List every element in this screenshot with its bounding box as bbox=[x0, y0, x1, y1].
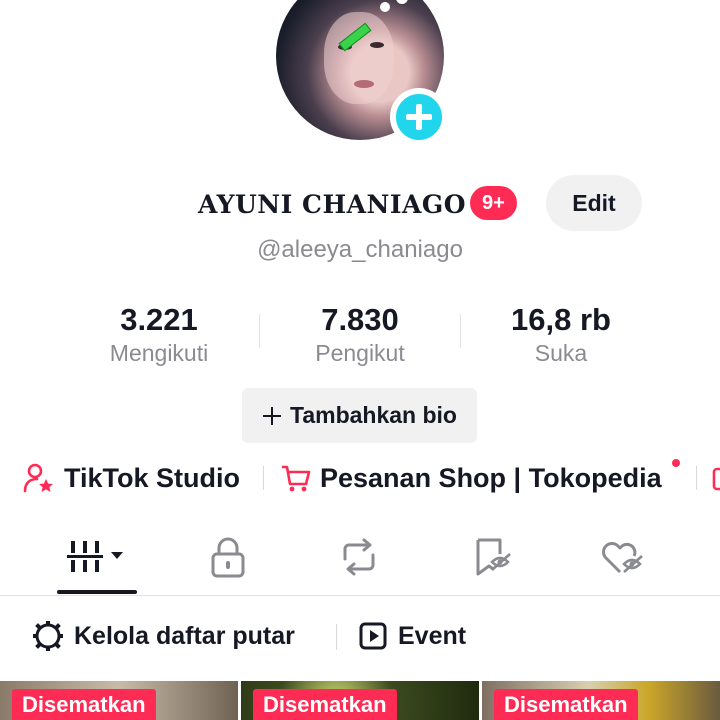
content-tabs bbox=[0, 522, 720, 596]
manage-playlist-label: Kelola daftar putar bbox=[74, 621, 295, 650]
lock-icon bbox=[211, 537, 245, 578]
pinned-badge: Disematkan bbox=[12, 689, 156, 720]
selected-tab-indicator bbox=[57, 590, 137, 594]
stat-label: Pengikut bbox=[315, 340, 405, 366]
video-thumbnail[interactable]: Disematkan bbox=[482, 681, 720, 720]
add-story-button[interactable] bbox=[390, 88, 448, 146]
name-row: AYUNI CHANIAGO 9+ Edit bbox=[0, 175, 720, 231]
tiktok-studio-label: TikTok Studio bbox=[64, 462, 241, 493]
pinned-badge: Disematkan bbox=[494, 689, 638, 720]
manage-playlist-button[interactable]: Kelola daftar putar bbox=[32, 610, 295, 662]
stat-value: 3.221 bbox=[120, 302, 198, 337]
stat-value: 16,8 rb bbox=[511, 302, 611, 337]
calendar-icon bbox=[712, 467, 720, 491]
gear-icon bbox=[33, 621, 63, 651]
more-link-icon[interactable] bbox=[708, 456, 720, 500]
stat-label: Suka bbox=[534, 340, 588, 366]
play-square-icon bbox=[359, 622, 387, 650]
video-grid: Disematkan Disematkan Disematkan bbox=[0, 681, 720, 720]
divider bbox=[336, 624, 337, 650]
plus-icon bbox=[406, 104, 432, 130]
stat-label: Mengikuti bbox=[109, 340, 209, 366]
stat-likes[interactable]: 16,8 rb Suka bbox=[461, 302, 661, 367]
avatar-sparkle bbox=[380, 2, 390, 12]
tiktok-studio-link[interactable]: TikTok Studio bbox=[22, 456, 240, 500]
notification-badge[interactable]: 9+ bbox=[470, 186, 517, 220]
divider bbox=[696, 466, 697, 490]
cart-icon bbox=[282, 465, 311, 492]
shop-orders-link[interactable]: Pesanan Shop | Tokopedia bbox=[280, 456, 662, 500]
event-button[interactable]: Event bbox=[358, 610, 466, 662]
stat-following[interactable]: 3.221 Mengikuti bbox=[59, 302, 259, 367]
person-star-icon bbox=[23, 463, 53, 493]
stats-row: 3.221 Mengikuti 7.830 Pengikut 16,8 rb S… bbox=[0, 302, 720, 374]
avatar-eye bbox=[370, 42, 384, 48]
tab-liked[interactable] bbox=[568, 522, 678, 592]
tab-favorites[interactable] bbox=[437, 522, 547, 592]
edit-profile-button[interactable]: Edit bbox=[546, 175, 642, 231]
add-bio-button[interactable]: Tambahkan bio bbox=[242, 388, 477, 443]
event-label: Event bbox=[398, 621, 467, 650]
avatar-lips bbox=[354, 80, 374, 88]
username: @aleeya_chaniago bbox=[257, 236, 463, 263]
new-indicator-dot bbox=[672, 459, 680, 467]
heart-hidden-icon bbox=[602, 542, 643, 574]
video-thumbnail[interactable]: Disematkan bbox=[0, 681, 238, 720]
plus-icon bbox=[263, 406, 281, 425]
repost-icon bbox=[343, 538, 375, 576]
add-bio-label: Tambahkan bio bbox=[290, 402, 457, 428]
tab-videos[interactable] bbox=[42, 522, 152, 592]
divider bbox=[263, 466, 264, 490]
video-thumbnail[interactable]: Disematkan bbox=[241, 681, 479, 720]
links-row: TikTok Studio Pesanan Shop | Tokopedia bbox=[0, 456, 720, 500]
shop-orders-label: Pesanan Shop | Tokopedia bbox=[320, 462, 662, 493]
avatar-container[interactable] bbox=[276, 0, 448, 146]
tab-private[interactable] bbox=[173, 522, 283, 592]
avatar-sparkle bbox=[396, 0, 408, 4]
tab-reposts[interactable] bbox=[304, 522, 414, 592]
bookmark-hidden-icon bbox=[476, 538, 511, 576]
display-name: AYUNI CHANIAGO bbox=[198, 190, 467, 219]
pinned-badge: Disematkan bbox=[253, 689, 397, 720]
stat-value: 7.830 bbox=[321, 302, 399, 337]
grid-bars-icon bbox=[67, 541, 123, 572]
playlist-row: Kelola daftar putar Event bbox=[0, 610, 720, 662]
stat-followers[interactable]: 7.830 Pengikut bbox=[260, 302, 460, 367]
